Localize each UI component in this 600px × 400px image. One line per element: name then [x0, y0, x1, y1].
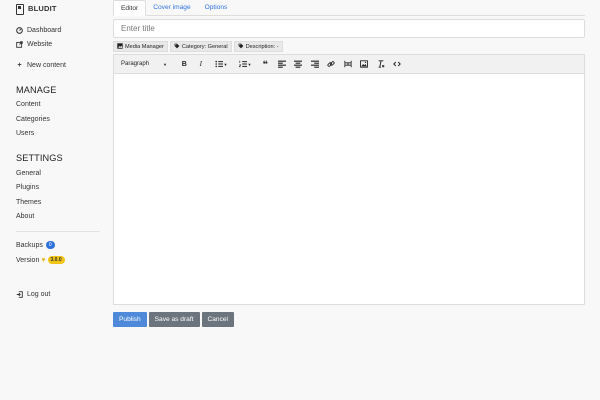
heart-icon: ♥	[41, 257, 46, 264]
manage-section-title: MANAGE	[16, 85, 57, 95]
link-icon[interactable]	[323, 57, 340, 71]
publish-button[interactable]: Publish	[113, 312, 147, 327]
sidebar-version: Version ♥ 3.0.0	[16, 256, 65, 264]
sidebar-item-label: New content	[27, 62, 66, 69]
tab-editor[interactable]: Editor	[113, 0, 147, 16]
image-icon	[117, 42, 123, 51]
media-manager-button[interactable]: Media Manager	[113, 41, 168, 52]
settings-section-title: SETTINGS	[16, 153, 63, 163]
tag-icon	[238, 43, 244, 51]
sidebar-item-label: Website	[27, 41, 53, 48]
description-button[interactable]: Description: -	[233, 41, 283, 52]
dashboard-icon	[16, 27, 23, 34]
logout-icon	[16, 291, 23, 298]
sidebar-item-label: Log out	[27, 291, 51, 298]
category-label: Category: General	[181, 43, 228, 50]
category-button[interactable]: Category: General	[169, 41, 232, 52]
align-center-icon[interactable]	[290, 57, 307, 71]
editor-toolbar: Paragraph ▼ B I ▼ ▼ ❝	[114, 55, 584, 74]
tab-options[interactable]: Options	[198, 0, 235, 16]
sidebar-item-logout[interactable]: Log out	[16, 291, 50, 298]
bludit-logo-icon	[16, 4, 24, 15]
sidebar-item-new-content[interactable]: + New content	[16, 62, 66, 69]
sidebar-item-themes[interactable]: Themes	[16, 199, 41, 206]
chevron-down-icon: ▼	[223, 61, 228, 67]
sidebar-item-label: Dashboard	[27, 27, 62, 34]
sidebar: BLUDIT Dashboard Website + New content M…	[0, 0, 108, 400]
sidebar-item-users[interactable]: Users	[16, 130, 34, 137]
editor-content-area[interactable]	[114, 74, 584, 305]
align-left-icon[interactable]	[274, 57, 291, 71]
tag-icon	[174, 43, 180, 51]
rich-text-editor: Paragraph ▼ B I ▼ ▼ ❝	[113, 54, 585, 305]
plus-icon: +	[17, 62, 22, 69]
bold-icon[interactable]: B	[176, 57, 193, 71]
editor-tabs: Editor Cover image Options	[113, 0, 585, 16]
sidebar-divider	[16, 231, 100, 232]
meta-bar: Media Manager Category: General Descript…	[113, 41, 283, 52]
sidebar-item-content[interactable]: Content	[16, 101, 41, 108]
sidebar-item-website[interactable]: Website	[16, 41, 52, 48]
description-label: Description: -	[245, 43, 279, 50]
sidebar-item-backups[interactable]: Backups 0	[16, 241, 55, 249]
sidebar-item-categories[interactable]: Categories	[16, 116, 50, 123]
tab-cover-image[interactable]: Cover image	[146, 0, 197, 16]
sidebar-item-general[interactable]: General	[16, 170, 41, 177]
sidebar-item-about[interactable]: About	[16, 213, 34, 220]
media-manager-label: Media Manager	[125, 43, 164, 50]
align-right-icon[interactable]	[307, 57, 324, 71]
clear-format-icon[interactable]	[373, 57, 390, 71]
backups-label: Backups	[16, 242, 43, 249]
backups-count-badge: 0	[45, 241, 55, 249]
brand-name: BLUDIT	[28, 4, 57, 13]
version-badge: 3.0.0	[47, 256, 65, 264]
sidebar-item-dashboard[interactable]: Dashboard	[16, 27, 61, 34]
chevron-down-icon: ▼	[163, 61, 167, 67]
page-break-icon[interactable]	[340, 57, 357, 71]
title-input[interactable]	[113, 19, 585, 38]
form-actions: Publish Save as draft Cancel	[113, 312, 235, 327]
italic-icon[interactable]: I	[193, 57, 210, 71]
code-icon[interactable]	[389, 57, 406, 71]
format-select[interactable]: Paragraph ▼	[118, 61, 170, 67]
blockquote-icon[interactable]: ❝	[257, 57, 274, 71]
image-icon[interactable]	[356, 57, 373, 71]
bullet-list-icon[interactable]: ▼	[209, 57, 233, 71]
external-link-icon	[16, 41, 23, 48]
chevron-down-icon: ▼	[247, 61, 252, 67]
brand[interactable]: BLUDIT	[16, 4, 57, 15]
save-draft-button[interactable]: Save as draft	[148, 312, 200, 327]
format-select-value: Paragraph	[121, 61, 150, 67]
cancel-button[interactable]: Cancel	[201, 312, 235, 327]
version-label: Version	[16, 257, 40, 264]
sidebar-item-plugins[interactable]: Plugins	[16, 184, 39, 191]
numbered-list-icon[interactable]: ▼	[233, 57, 257, 71]
